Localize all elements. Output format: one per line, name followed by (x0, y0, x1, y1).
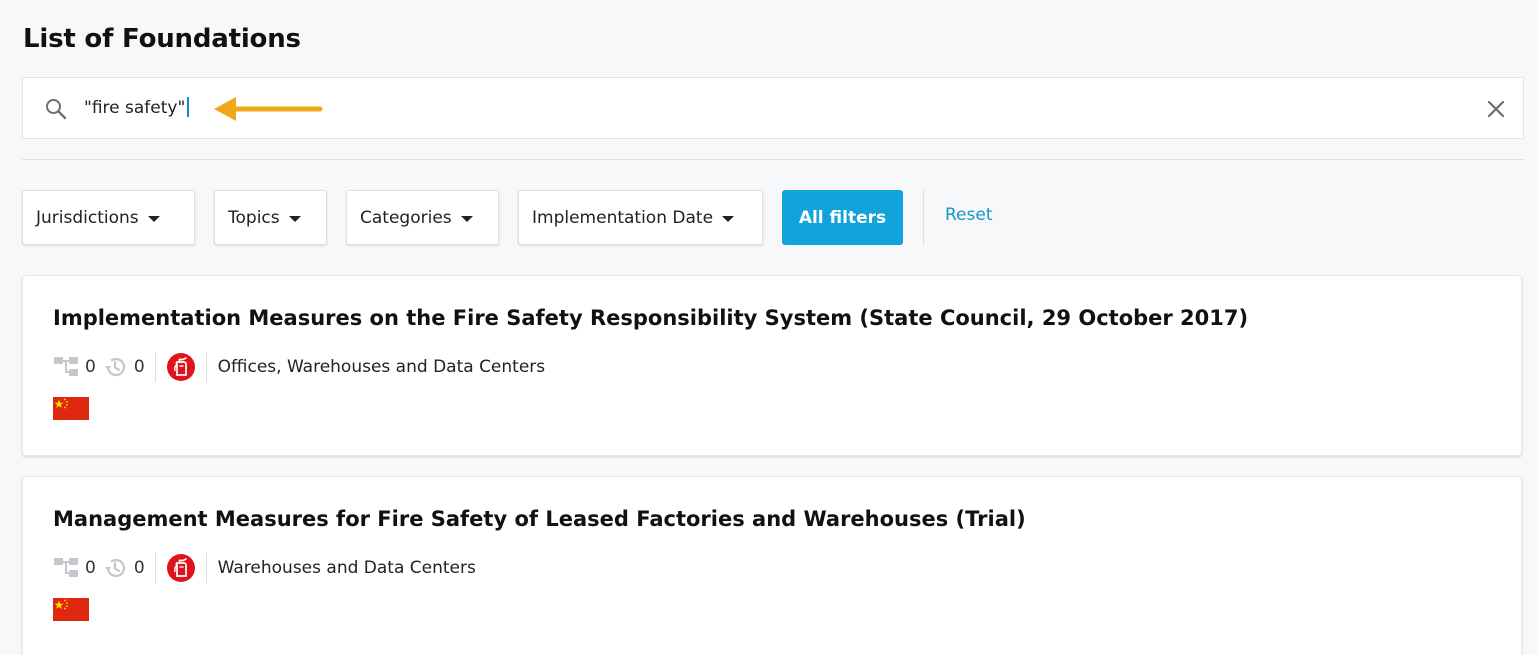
chevron-down-icon (722, 215, 735, 222)
result-category: Offices, Warehouses and Data Centers (217, 357, 546, 377)
chevron-down-icon (460, 215, 473, 222)
china-flag-icon (53, 598, 89, 621)
implementation-date-filter-button[interactable]: Implementation Date (518, 190, 763, 245)
jurisdictions-filter-label: Jurisdictions (36, 207, 139, 228)
related-documents-icon (54, 558, 78, 577)
result-meta: 0 0 Offices, Warehouses and Data Centers (53, 350, 545, 384)
topics-filter-label: Topics (228, 207, 280, 228)
chevron-down-icon (147, 215, 160, 222)
china-flag-icon (53, 397, 89, 420)
result-category: Warehouses and Data Centers (217, 558, 476, 578)
fire-extinguisher-icon (166, 554, 195, 582)
result-card[interactable]: Management Measures for Fire Safety of L… (22, 476, 1522, 655)
jurisdictions-filter-button[interactable]: Jurisdictions (22, 190, 195, 245)
result-title[interactable]: Management Measures for Fire Safety of L… (53, 507, 1026, 531)
categories-filter-button[interactable]: Categories (346, 190, 499, 245)
categories-filter-label: Categories (360, 207, 452, 228)
meta-divider (154, 352, 156, 382)
history-icon (104, 558, 125, 578)
fire-extinguisher-icon (166, 353, 195, 381)
result-meta: 0 0 Warehouses and Data Centers (53, 551, 476, 585)
meta-divider (205, 352, 207, 382)
meta-divider (154, 553, 156, 583)
meta-divider (205, 553, 207, 583)
related-count: 0 (85, 357, 96, 377)
divider (22, 159, 1524, 160)
text-cursor (187, 96, 189, 117)
topics-filter-button[interactable]: Topics (214, 190, 327, 245)
search-icon (46, 99, 67, 120)
chevron-down-icon (288, 215, 301, 222)
history-icon (104, 357, 125, 377)
filter-divider (923, 190, 924, 245)
history-count: 0 (133, 357, 145, 377)
related-documents-icon (54, 357, 78, 376)
result-card[interactable]: Implementation Measures on the Fire Safe… (22, 275, 1522, 456)
search-input[interactable]: "fire safety" (84, 96, 189, 120)
reset-link[interactable]: Reset (945, 205, 993, 225)
clear-search-icon[interactable] (1484, 97, 1508, 121)
history-count: 0 (133, 558, 145, 578)
implementation-date-filter-label: Implementation Date (532, 207, 714, 228)
result-title[interactable]: Implementation Measures on the Fire Safe… (53, 306, 1248, 330)
page-title: List of Foundations (23, 24, 301, 54)
related-count: 0 (85, 558, 96, 578)
annotation-arrow-icon (214, 97, 323, 121)
all-filters-button[interactable]: All filters (782, 190, 903, 245)
